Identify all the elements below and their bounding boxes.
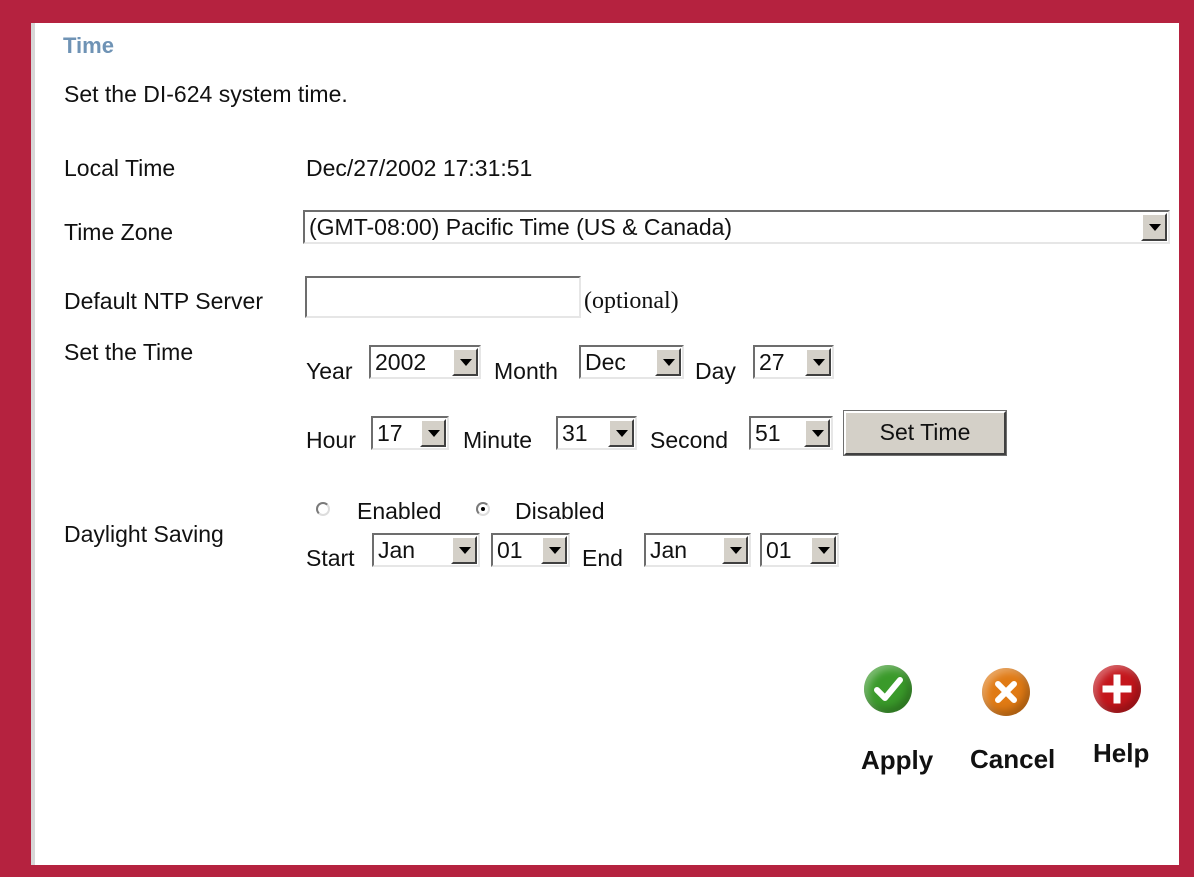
day-label: Day [695, 358, 736, 384]
daylight-disabled-label: Disabled [515, 498, 605, 524]
chevron-down-icon [452, 348, 478, 376]
minute-label: Minute [463, 427, 533, 453]
plus-icon [1093, 665, 1141, 713]
end-month-value: Jan [650, 537, 688, 563]
year-select[interactable]: 2002 [369, 345, 481, 379]
time-zone-select[interactable]: (GMT-08:00) Pacific Time (US & Canada) [303, 210, 1170, 244]
start-month-value: Jan [378, 537, 416, 563]
checkmark-icon [864, 665, 912, 713]
section-title: Time [63, 33, 114, 58]
close-icon [982, 668, 1030, 716]
content-panel: Time Set the DI-624 system time. Local T… [31, 23, 1179, 865]
set-time-label: Set the Time [64, 339, 194, 365]
daylight-saving-label: Daylight Saving [64, 521, 224, 547]
daylight-disabled-radio[interactable] [476, 502, 490, 516]
end-day-select[interactable]: 01 [760, 533, 839, 567]
local-time-label: Local Time [64, 155, 176, 181]
start-day-select[interactable]: 01 [491, 533, 570, 567]
chevron-down-icon [1141, 213, 1167, 241]
chevron-down-icon [608, 419, 634, 447]
end-day-value: 01 [766, 537, 792, 563]
hour-label: Hour [306, 427, 356, 453]
end-month-select[interactable]: Jan [644, 533, 751, 567]
page: { "header": { "title": "Time", "subtitle… [0, 0, 1194, 877]
second-select[interactable]: 51 [749, 416, 833, 450]
apply-label: Apply [861, 745, 934, 775]
chevron-down-icon [810, 536, 836, 564]
chevron-down-icon [804, 419, 830, 447]
end-label: End [582, 545, 623, 571]
help-label: Help [1093, 738, 1150, 768]
daylight-enabled-label: Enabled [357, 498, 442, 524]
start-day-value: 01 [497, 537, 523, 563]
month-label: Month [494, 358, 558, 384]
start-label: Start [306, 545, 355, 571]
day-value: 27 [759, 349, 785, 375]
year-label: Year [306, 358, 353, 384]
ntp-server-input[interactable] [305, 276, 581, 318]
month-value: Dec [585, 349, 626, 375]
day-select[interactable]: 27 [753, 345, 834, 379]
year-value: 2002 [375, 349, 427, 375]
hour-value: 17 [377, 420, 403, 446]
month-select[interactable]: Dec [579, 345, 684, 379]
section-subtitle: Set the DI-624 system time. [64, 81, 348, 107]
second-value: 51 [755, 420, 781, 446]
chevron-down-icon [722, 536, 748, 564]
set-time-button[interactable]: Set Time [843, 410, 1007, 456]
chevron-down-icon [805, 348, 831, 376]
chevron-down-icon [655, 348, 681, 376]
local-time-value: Dec/27/2002 17:31:51 [306, 155, 533, 181]
ntp-server-label: Default NTP Server [64, 288, 263, 314]
start-month-select[interactable]: Jan [372, 533, 480, 567]
minute-select[interactable]: 31 [556, 416, 637, 450]
second-label: Second [650, 427, 729, 453]
time-zone-label: Time Zone [64, 219, 174, 245]
cancel-label: Cancel [970, 744, 1056, 774]
time-zone-selected-value: (GMT-08:00) Pacific Time (US & Canada) [309, 214, 733, 240]
chevron-down-icon [451, 536, 477, 564]
hour-select[interactable]: 17 [371, 416, 449, 450]
chevron-down-icon [541, 536, 567, 564]
ntp-optional-note: (optional) [584, 288, 679, 314]
panel-left-edge [31, 23, 35, 865]
minute-value: 31 [562, 420, 588, 446]
chevron-down-icon [420, 419, 446, 447]
daylight-enabled-radio[interactable] [316, 502, 330, 516]
